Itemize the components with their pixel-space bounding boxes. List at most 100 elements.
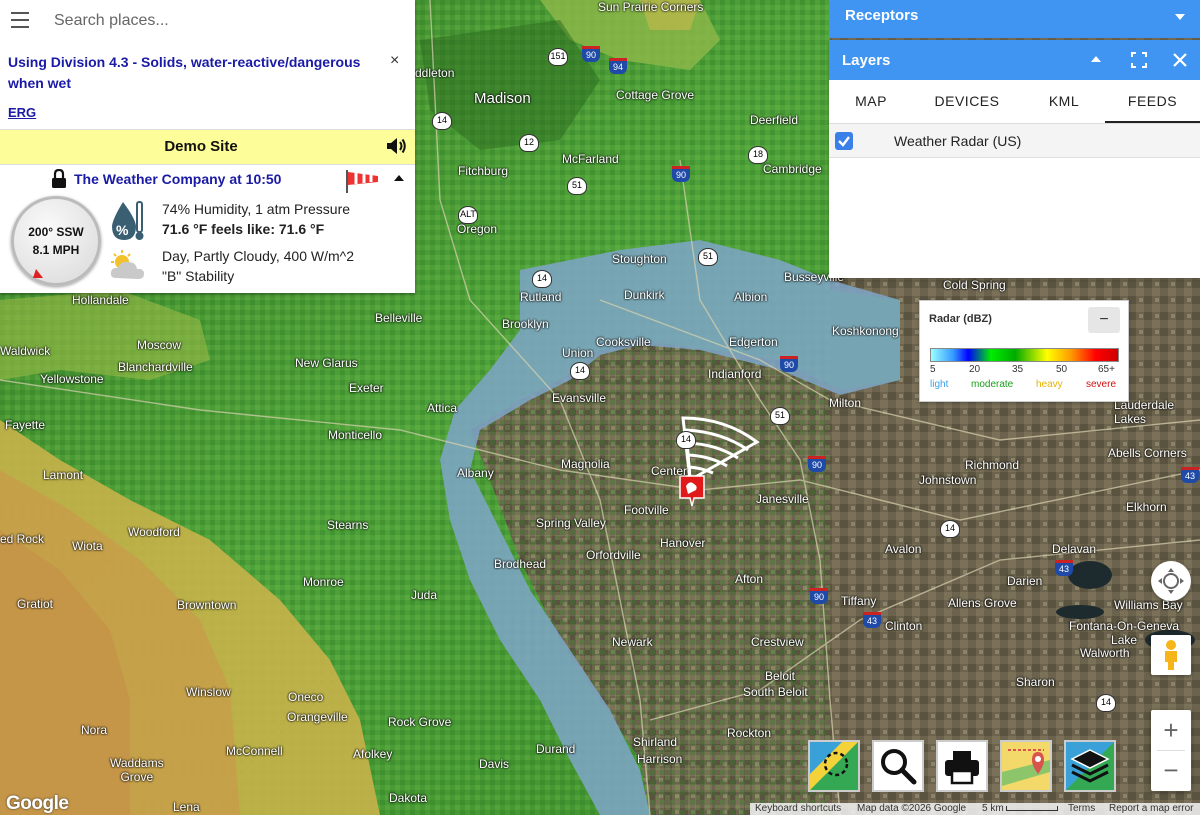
tab-devices[interactable]: DEVICES bbox=[921, 80, 1013, 123]
feed-row-weather-radar[interactable]: Weather Radar (US) bbox=[829, 124, 1200, 158]
place-exeter: Exeter bbox=[349, 381, 384, 395]
place-richmond: Richmond bbox=[965, 458, 1020, 472]
place-albany: Albany bbox=[457, 466, 494, 480]
legend-tick: 35 bbox=[1012, 364, 1024, 375]
place-fitchburg: Fitchburg bbox=[458, 164, 509, 178]
route-shield: 51 bbox=[698, 248, 718, 266]
layers-tabs: MAP DEVICES KML FEEDS bbox=[829, 80, 1200, 124]
place-stearns: Stearns bbox=[327, 518, 369, 532]
printer-icon bbox=[945, 751, 979, 785]
place-blanchardville: Blanchardville bbox=[118, 360, 193, 374]
place-crestview: Crestview bbox=[751, 635, 804, 649]
place-nora: Nora bbox=[81, 723, 108, 737]
place-davis: Davis bbox=[479, 757, 510, 771]
route-shield: 90 bbox=[808, 456, 826, 472]
erg-link[interactable]: ERG bbox=[8, 105, 36, 120]
place-juda: Juda bbox=[411, 588, 438, 602]
layers-tool-button[interactable] bbox=[1064, 740, 1116, 792]
caret-up-icon[interactable] bbox=[1091, 55, 1101, 62]
place-winslow: Winslow bbox=[186, 685, 231, 699]
route-shield: 43 bbox=[863, 612, 881, 628]
place-sun-prairie-corners: Sun Prairie Corners bbox=[598, 0, 704, 14]
hamburger-menu-icon[interactable] bbox=[11, 12, 29, 28]
area-draw-icon bbox=[810, 742, 858, 790]
route-shield: 14 bbox=[432, 112, 452, 130]
route-shield: 14 bbox=[940, 520, 960, 538]
zoom-controls: + − bbox=[1151, 710, 1191, 791]
recenter-button[interactable] bbox=[1151, 561, 1191, 601]
place-rockton: Rockton bbox=[727, 726, 772, 740]
humidity-icon: % bbox=[112, 201, 144, 240]
receptors-bar[interactable]: Receptors bbox=[829, 0, 1200, 38]
pegman-icon bbox=[1165, 640, 1177, 670]
speaker-icon[interactable] bbox=[386, 136, 408, 156]
svg-text:%: % bbox=[116, 222, 129, 238]
scale-label[interactable]: 5 km bbox=[982, 803, 1004, 814]
place-brooklyn: Brooklyn bbox=[502, 317, 549, 331]
close-icon[interactable]: × bbox=[390, 52, 399, 70]
street-view-button[interactable] bbox=[1151, 635, 1191, 675]
close-icon[interactable] bbox=[1172, 52, 1188, 68]
tab-map[interactable]: MAP bbox=[829, 80, 913, 123]
place-shirland: Shirland bbox=[633, 735, 678, 749]
report-error-link[interactable]: Report a map error bbox=[1109, 803, 1193, 814]
incident-panel: Using Division 4.3 - Solids, water-react… bbox=[0, 0, 415, 293]
place-oneco: Oneco bbox=[288, 690, 324, 704]
layers-header: Layers bbox=[829, 40, 1200, 80]
lock-icon[interactable] bbox=[51, 169, 67, 189]
place-oregon: Oregon bbox=[457, 222, 498, 236]
area-tool-button[interactable] bbox=[808, 740, 860, 792]
place-janesville: Janesville bbox=[756, 492, 809, 506]
caret-up-icon[interactable] bbox=[394, 174, 404, 182]
place-waldwick: Waldwick bbox=[0, 344, 51, 358]
place-mcfarland: McFarland bbox=[562, 152, 619, 166]
map-tool-button[interactable] bbox=[1000, 740, 1052, 792]
scale-bar bbox=[1006, 806, 1058, 811]
place-allens-grove: Allens Grove bbox=[948, 596, 1017, 610]
fullscreen-icon[interactable] bbox=[1131, 52, 1147, 68]
place-milton: Milton bbox=[829, 396, 862, 410]
place-orangeville: Orangeville bbox=[287, 710, 348, 724]
route-shield: 90 bbox=[780, 356, 798, 372]
terms-link[interactable]: Terms bbox=[1068, 803, 1095, 814]
receptors-title: Receptors bbox=[845, 7, 919, 24]
feed-checkbox[interactable] bbox=[835, 132, 853, 150]
map-attribution-bar: Keyboard shortcuts Map data ©2026 Google… bbox=[750, 803, 1200, 815]
place-wiota: Wiota bbox=[72, 539, 103, 553]
material-info: Using Division 4.3 - Solids, water-react… bbox=[0, 44, 415, 128]
zoom-out-button[interactable]: − bbox=[1151, 751, 1191, 791]
wind-arrow-icon bbox=[33, 269, 43, 278]
caret-down-icon[interactable] bbox=[1175, 14, 1185, 21]
stability-text: "B" Stability bbox=[162, 268, 235, 284]
place-gratiot: Gratiot bbox=[17, 597, 54, 611]
place-south-beloit: South Beloit bbox=[743, 685, 808, 699]
place-cooksville: Cooksville bbox=[596, 335, 651, 349]
place-monroe: Monroe bbox=[303, 575, 344, 589]
site-name: Demo Site bbox=[164, 138, 238, 155]
tab-kml[interactable]: KML bbox=[1022, 80, 1106, 123]
route-shield: 14 bbox=[532, 270, 552, 288]
place-afton: Afton bbox=[735, 572, 764, 586]
search-input[interactable] bbox=[52, 8, 396, 34]
print-button[interactable] bbox=[936, 740, 988, 792]
legend-category-moderate: moderate bbox=[971, 379, 1014, 390]
google-logo[interactable]: Google bbox=[6, 793, 69, 815]
zoom-in-button[interactable]: + bbox=[1151, 710, 1191, 750]
checkmark-icon bbox=[838, 136, 850, 147]
place-evansville: Evansville bbox=[552, 391, 607, 405]
place-union: Union bbox=[562, 346, 594, 360]
place-harrison: Harrison bbox=[637, 752, 683, 766]
place-beloit: Beloit bbox=[765, 669, 796, 683]
place-darien: Darien bbox=[1007, 574, 1043, 588]
place-johnstown: Johnstown bbox=[919, 473, 977, 487]
place-footville: Footville bbox=[624, 503, 669, 517]
place-middleton: ddleton bbox=[415, 66, 455, 80]
tab-feeds[interactable]: FEEDS bbox=[1105, 80, 1200, 123]
place-avalon: Avalon bbox=[885, 542, 922, 556]
place-cottage-grove: Cottage Grove bbox=[616, 88, 695, 102]
keyboard-shortcuts-link[interactable]: Keyboard shortcuts bbox=[755, 803, 841, 814]
place-hanover: Hanover bbox=[660, 536, 706, 550]
search-tool-button[interactable] bbox=[872, 740, 924, 792]
legend-minimize-button[interactable]: − bbox=[1088, 307, 1120, 333]
place-albion: Albion bbox=[734, 290, 768, 304]
